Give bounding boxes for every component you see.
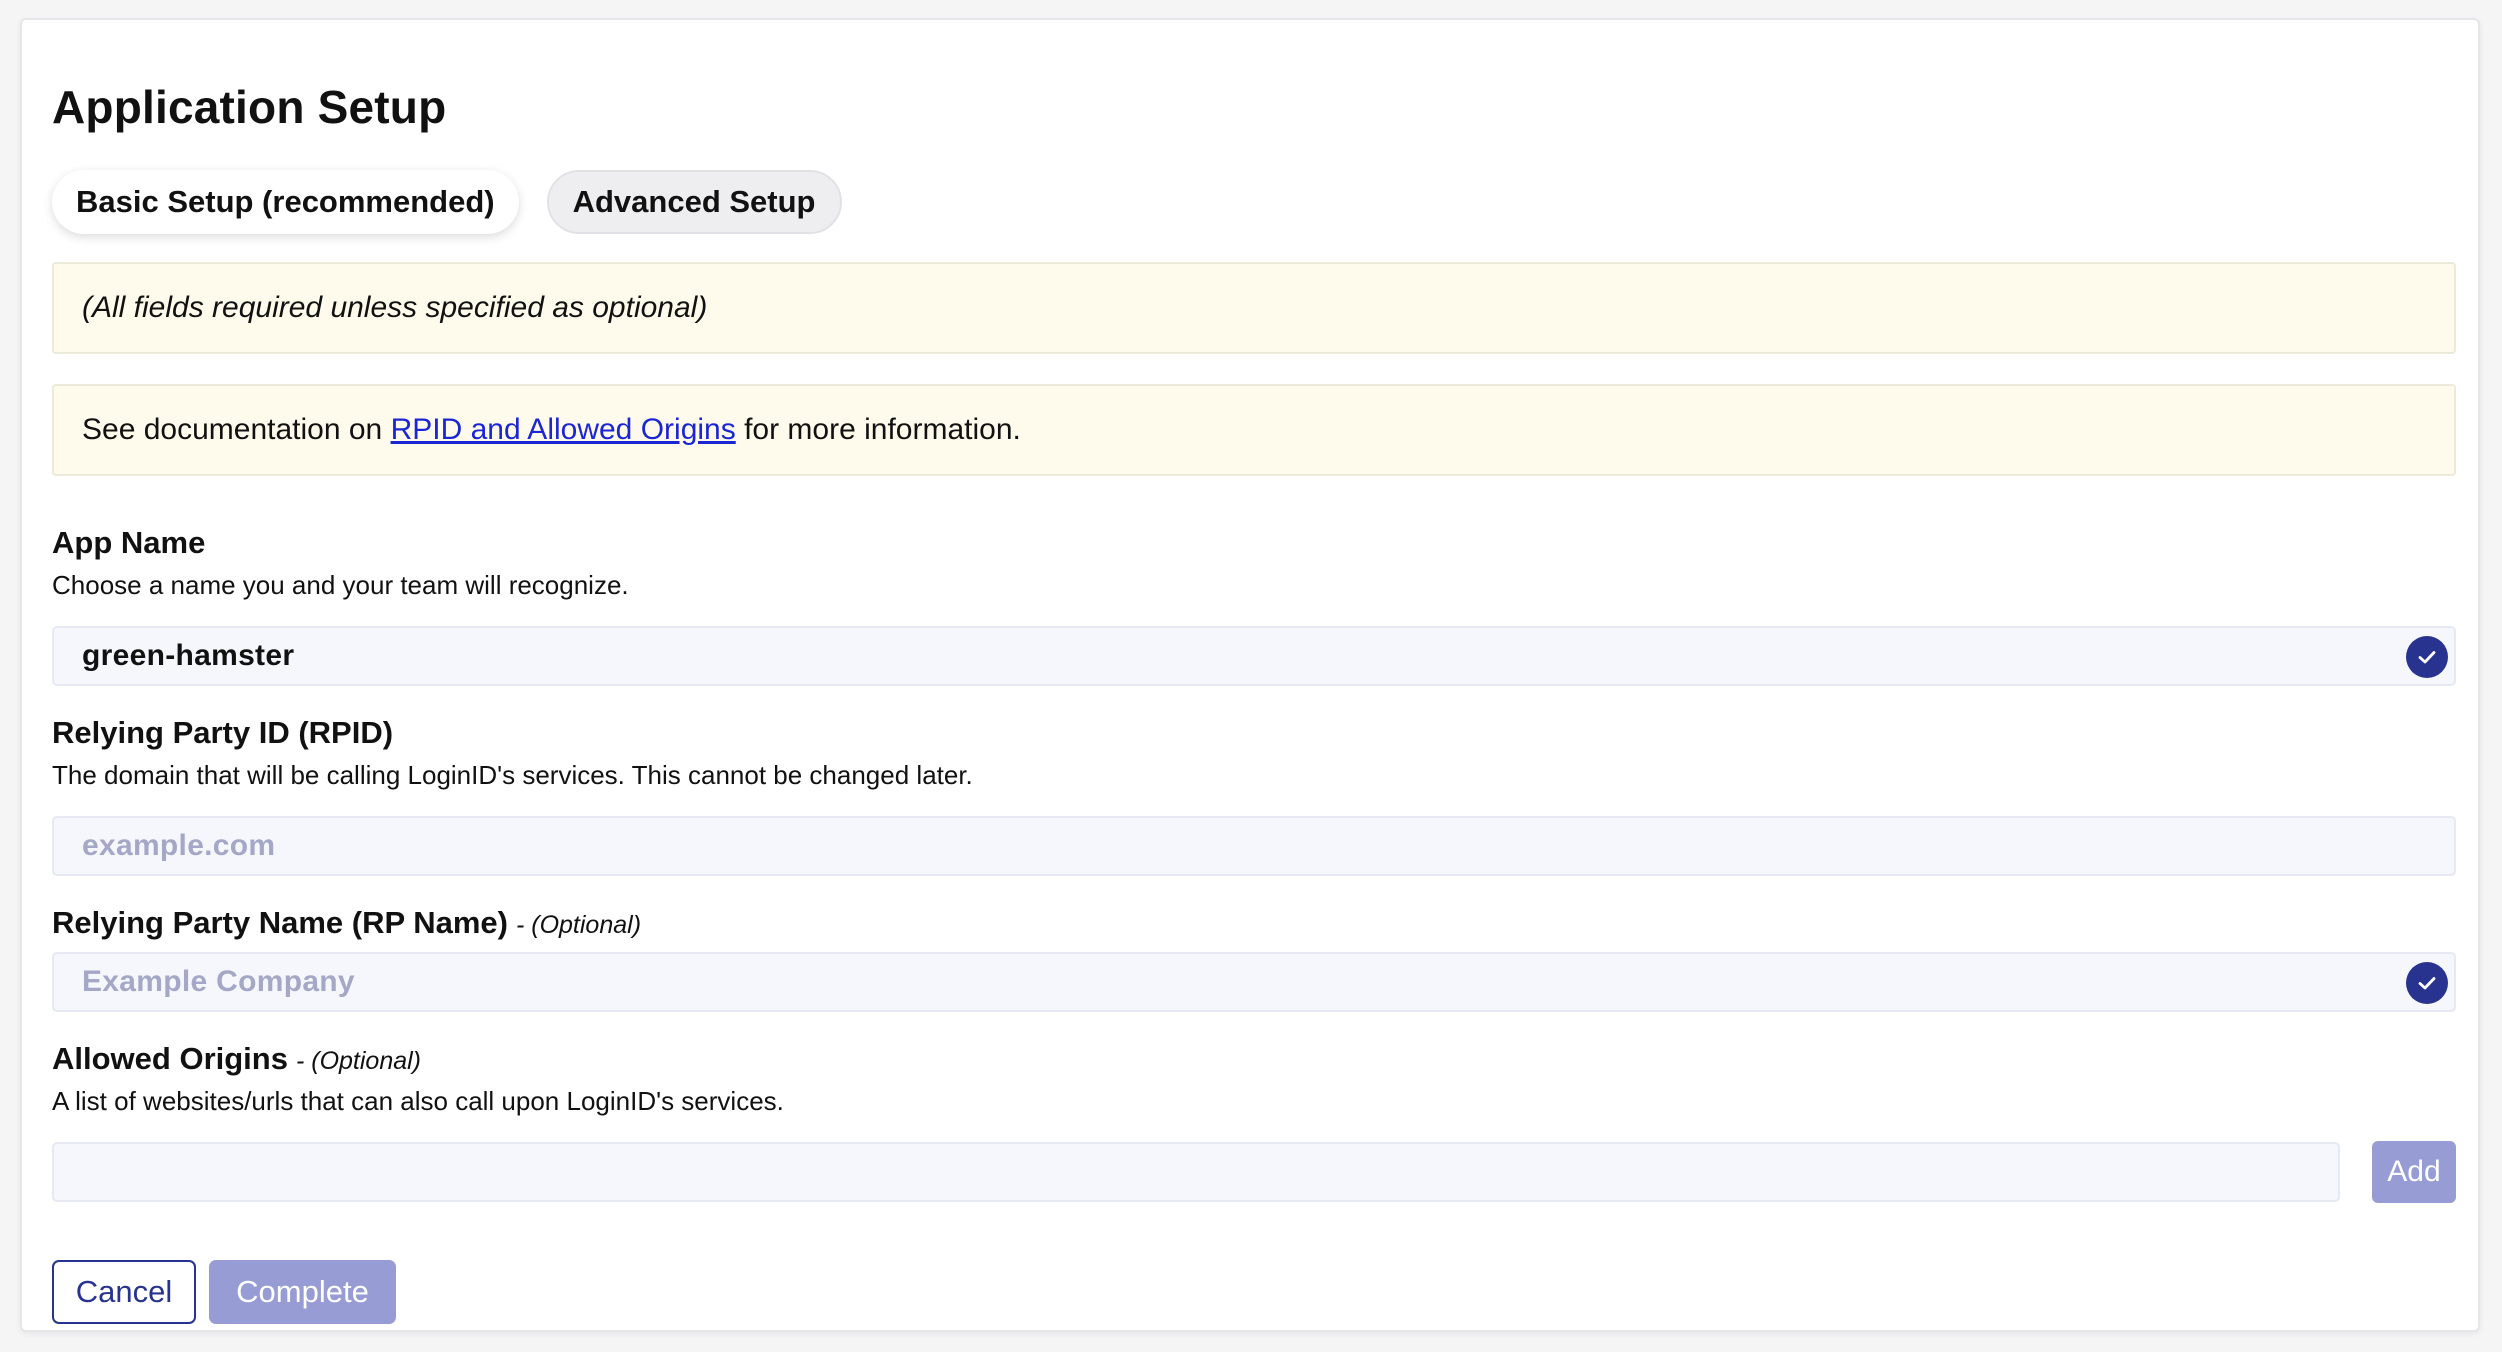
rpid-docs-link[interactable]: RPID and Allowed Origins xyxy=(391,413,736,447)
docs-prefix-text: See documentation on xyxy=(82,413,391,446)
rp-name-label: Relying Party Name (RP Name) - (Optional) xyxy=(52,905,641,941)
app-name-label: App Name xyxy=(52,525,205,561)
allowed-origins-label: Allowed Origins - (Optional) xyxy=(52,1041,421,1077)
required-fields-notice: (All fields required unless specified as… xyxy=(52,262,2456,354)
add-origin-button[interactable]: Add xyxy=(2372,1141,2456,1203)
allowed-origins-label-text: Allowed Origins xyxy=(52,1041,288,1076)
app-name-input[interactable]: green-hamster xyxy=(52,626,2456,686)
app-name-label-text: App Name xyxy=(52,525,206,560)
tab-basic-setup[interactable]: Basic Setup (recommended) xyxy=(52,170,519,234)
check-circle-icon xyxy=(2406,962,2448,1004)
documentation-notice: See documentation on RPID and Allowed Or… xyxy=(52,384,2456,476)
allowed-origins-input[interactable] xyxy=(52,1142,2340,1202)
tab-advanced-setup[interactable]: Advanced Setup xyxy=(546,170,842,234)
docs-suffix-text: for more information. xyxy=(735,413,1021,446)
rp-name-placeholder: Example Company xyxy=(82,965,355,998)
rpid-label: Relying Party ID (RPID) xyxy=(52,715,393,751)
allowed-origins-optional-tag: - (Optional) xyxy=(295,1047,422,1075)
app-name-value: green-hamster xyxy=(82,639,295,672)
app-name-description: Choose a name you and your team will rec… xyxy=(52,570,629,600)
rpid-input[interactable]: example.com xyxy=(52,816,2456,876)
rp-name-optional-tag: - (Optional) xyxy=(515,911,642,939)
application-setup-card: Application Setup Basic Setup (recommend… xyxy=(20,18,2480,1332)
setup-tabs: Basic Setup (recommended) Advanced Setup xyxy=(52,170,842,234)
rpid-description: The domain that will be calling LoginID'… xyxy=(52,760,973,790)
check-circle-icon xyxy=(2406,636,2448,678)
rpid-label-text: Relying Party ID (RPID) xyxy=(52,715,394,750)
allowed-origins-description: A list of websites/urls that can also ca… xyxy=(52,1086,784,1116)
complete-button[interactable]: Complete xyxy=(209,1260,396,1324)
required-fields-text: (All fields required unless specified as… xyxy=(82,291,708,324)
page-title: Application Setup xyxy=(52,81,447,133)
cancel-button[interactable]: Cancel xyxy=(52,1260,196,1324)
rp-name-input[interactable]: Example Company xyxy=(52,952,2456,1012)
rpid-placeholder: example.com xyxy=(82,829,276,862)
rp-name-label-text: Relying Party Name (RP Name) xyxy=(52,905,508,940)
